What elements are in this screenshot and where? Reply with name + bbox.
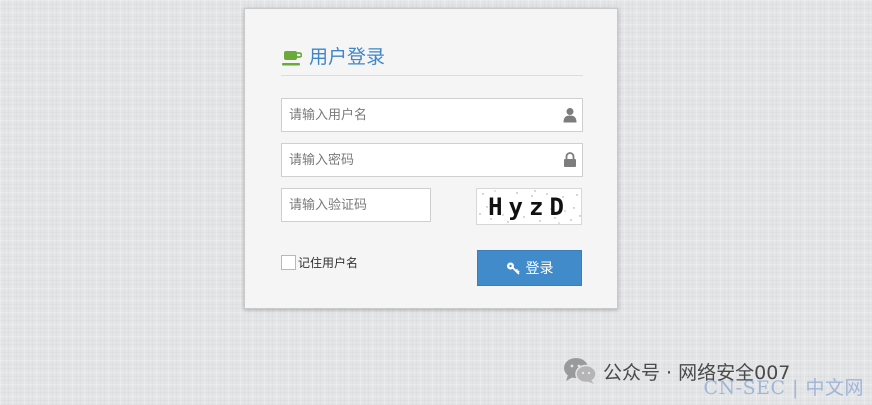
remember-checkbox[interactable] xyxy=(281,254,296,270)
login-button-label: 登录 xyxy=(525,261,554,277)
coffee-cup-icon xyxy=(282,51,302,66)
username-field-wrapper xyxy=(281,98,583,132)
login-button[interactable]: 登录 xyxy=(477,250,582,286)
login-header: 用户登录 xyxy=(281,45,583,76)
key-icon xyxy=(506,262,520,275)
captcha-input[interactable] xyxy=(282,189,430,221)
lock-icon xyxy=(564,152,576,167)
wechat-icon xyxy=(564,358,597,384)
remember-label: 记住用户名 xyxy=(298,255,359,270)
captcha-field-wrapper xyxy=(281,188,431,222)
user-icon xyxy=(563,108,577,123)
password-input[interactable] xyxy=(282,144,582,176)
password-field-wrapper xyxy=(281,143,583,177)
captcha-image[interactable]: HyzD xyxy=(476,188,582,225)
site-watermark: CN-SEC | 中文网 xyxy=(703,377,864,399)
username-input[interactable] xyxy=(282,99,582,131)
login-panel: 用户登录 HyzD xyxy=(244,8,618,309)
captcha-text: HyzD xyxy=(488,193,570,221)
login-title: 用户登录 xyxy=(309,46,386,68)
remember-username[interactable]: 记住用户名 xyxy=(281,253,358,271)
